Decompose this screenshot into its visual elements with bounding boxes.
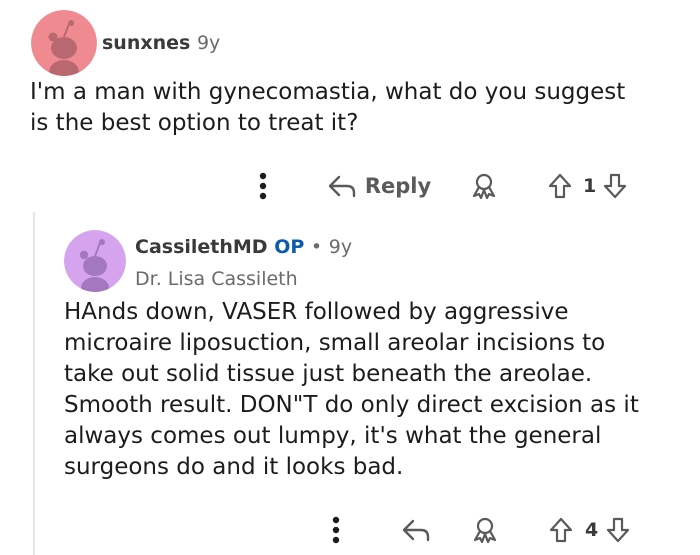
thread-line[interactable] xyxy=(33,212,35,555)
upvote-button[interactable] xyxy=(545,168,575,204)
comment-body-line: always comes out lumpy, it's what the ge… xyxy=(64,423,602,449)
comment-body-line: microaire liposuction, small areolar inc… xyxy=(64,330,606,356)
downvote-arrow-icon xyxy=(606,517,630,543)
reply-arrow-icon xyxy=(328,175,356,198)
comment-author-line: sunxnes 9y xyxy=(102,32,220,54)
comment-body-line: Smooth result. DON"T do only direct exci… xyxy=(64,392,639,418)
more-options-button[interactable] xyxy=(323,512,349,548)
upvote-arrow-icon xyxy=(549,517,573,543)
more-options-icon xyxy=(259,172,267,200)
reddit-snoo-avatar-icon xyxy=(64,230,126,292)
comment-body-line: I'm a man with gynecomastia, what do you… xyxy=(30,79,626,105)
downvote-arrow-icon xyxy=(603,173,627,199)
comment-age: 9y xyxy=(328,236,353,258)
downvote-button[interactable] xyxy=(603,512,633,548)
upvote-button[interactable] xyxy=(546,512,576,548)
user-flair: Dr. Lisa Cassileth xyxy=(135,268,298,290)
comment-body: HAnds down, VASER followed by aggressive… xyxy=(64,297,639,483)
username[interactable]: sunxnes xyxy=(102,32,190,54)
upvote-arrow-icon xyxy=(548,173,572,199)
reply-button[interactable] xyxy=(398,512,434,548)
reply-label: Reply xyxy=(364,174,432,198)
comment-body-line: HAnds down, VASER followed by aggressive xyxy=(64,299,569,325)
reply-button[interactable]: Reply xyxy=(324,168,434,204)
comment-author-line: CassilethMD OP • 9y xyxy=(135,236,352,258)
award-icon xyxy=(473,517,497,544)
more-options-button[interactable] xyxy=(250,168,276,204)
comment-body: I'm a man with gynecomastia, what do you… xyxy=(30,77,625,139)
op-badge: OP xyxy=(274,236,305,258)
downvote-button[interactable] xyxy=(600,168,630,204)
comment-body-line: is the best option to treat it? xyxy=(30,110,359,136)
award-button[interactable] xyxy=(470,512,500,548)
vote-score: 1 xyxy=(583,175,597,197)
comment-body-line: surgeons do and it looks bad. xyxy=(64,454,404,480)
reddit-snoo-avatar-icon xyxy=(31,10,97,76)
separator-dot: • xyxy=(310,236,323,258)
more-options-icon xyxy=(332,516,340,544)
username[interactable]: CassilethMD xyxy=(135,236,268,258)
vote-score: 4 xyxy=(585,519,599,541)
avatar[interactable] xyxy=(31,10,97,76)
award-icon xyxy=(472,173,496,200)
reply-arrow-icon xyxy=(402,519,430,542)
comment-body-line: take out solid tissue just beneath the a… xyxy=(64,361,593,387)
avatar[interactable] xyxy=(64,230,126,292)
award-button[interactable] xyxy=(469,168,499,204)
comment-age: 9y xyxy=(196,32,221,54)
